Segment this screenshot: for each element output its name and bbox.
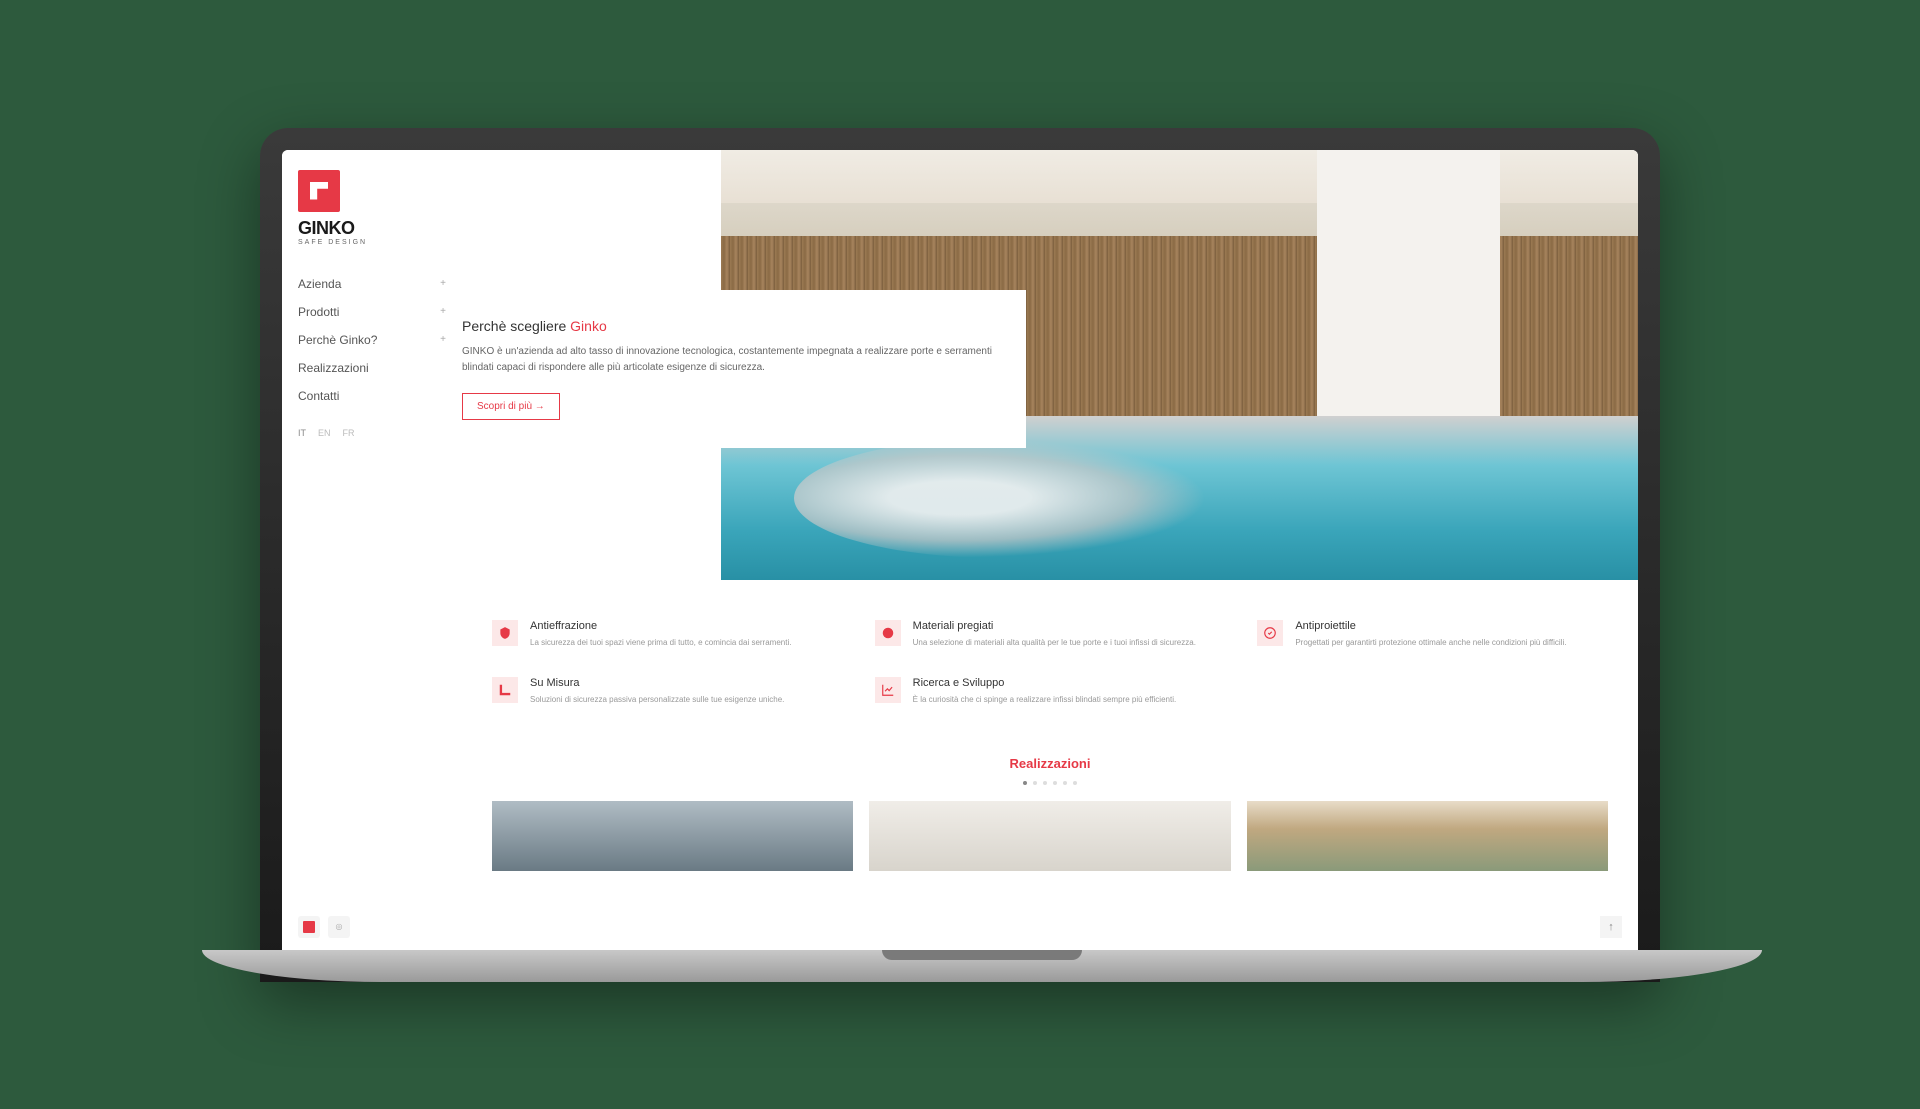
nav-label: Realizzazioni [298, 361, 369, 375]
shield-icon [492, 620, 518, 646]
chart-icon [875, 677, 901, 703]
target-icon [1257, 620, 1283, 646]
hero-section: Perchè scegliere Ginko GINKO è un'aziend… [462, 150, 1638, 580]
feature-desc: È la curiosità che ci spinge a realizzar… [913, 694, 1177, 706]
badge-icon [875, 620, 901, 646]
hero-title-accent: Ginko [570, 318, 607, 334]
hero-column-graphic [1317, 150, 1500, 417]
logo-mark-icon [298, 170, 340, 212]
carousel-dot[interactable] [1043, 781, 1047, 785]
carousel-dot[interactable] [1023, 781, 1027, 785]
nav-label: Azienda [298, 277, 341, 291]
lang-it[interactable]: IT [298, 428, 306, 438]
laptop-screen: GINKO SAFE DESIGN Azienda + Prodotti + P… [282, 150, 1638, 950]
hero-title-prefix: Perchè scegliere [462, 318, 570, 334]
hero-title: Perchè scegliere Ginko [462, 318, 998, 334]
realizzazioni-thumb[interactable] [1247, 801, 1608, 871]
page-root: GINKO SAFE DESIGN Azienda + Prodotti + P… [282, 150, 1638, 950]
sidebar: GINKO SAFE DESIGN Azienda + Prodotti + P… [282, 150, 462, 950]
feature-su-misura: Su Misura Soluzioni di sicurezza passiva… [492, 677, 843, 706]
realizzazioni-section: Realizzazioni [462, 756, 1638, 871]
main-content: Perchè scegliere Ginko GINKO è un'aziend… [462, 150, 1638, 950]
feature-title: Materiali pregiati [913, 620, 1196, 632]
feature-antieffrazione: Antieffrazione La sicurezza dei tuoi spa… [492, 620, 843, 649]
ruler-icon [492, 677, 518, 703]
logo-tagline: SAFE DESIGN [298, 239, 446, 246]
feature-ricerca: Ricerca e Sviluppo È la curiosità che ci… [875, 677, 1226, 706]
realizzazioni-thumb[interactable] [869, 801, 1230, 871]
feature-desc: Una selezione di materiali alta qualità … [913, 637, 1196, 649]
feature-title: Antiproiettile [1295, 620, 1566, 632]
nav-label: Perchè Ginko? [298, 333, 377, 347]
carousel-dot[interactable] [1063, 781, 1067, 785]
nav-item-azienda[interactable]: Azienda + [298, 270, 446, 298]
nav-item-prodotti[interactable]: Prodotti + [298, 298, 446, 326]
nav-item-contatti[interactable]: Contatti [298, 382, 446, 410]
realizzazioni-title: Realizzazioni [492, 756, 1608, 771]
plus-icon: + [440, 334, 446, 345]
carousel-dot[interactable] [1033, 781, 1037, 785]
realizzazioni-thumb[interactable] [492, 801, 853, 871]
laptop-mockup-frame: GINKO SAFE DESIGN Azienda + Prodotti + P… [260, 128, 1660, 982]
hero-cta-button[interactable]: Scopri di più → [462, 393, 560, 420]
nav-label: Contatti [298, 389, 339, 403]
footer-social-badge[interactable]: ◎ [328, 916, 350, 938]
scroll-top-button[interactable]: ↑ [1600, 916, 1622, 938]
brand-logo[interactable]: GINKO SAFE DESIGN [298, 170, 446, 246]
carousel-dot[interactable] [1053, 781, 1057, 785]
plus-icon: + [440, 278, 446, 289]
arrow-up-icon: ↑ [1608, 921, 1614, 933]
nav-item-realizzazioni[interactable]: Realizzazioni [298, 354, 446, 382]
plus-icon: + [440, 306, 446, 317]
laptop-base [202, 950, 1762, 982]
feature-desc: La sicurezza dei tuoi spazi viene prima … [530, 637, 791, 649]
hero-card: Perchè scegliere Ginko GINKO è un'aziend… [462, 290, 1026, 448]
nav-list: Azienda + Prodotti + Perchè Ginko? + Rea… [298, 270, 446, 410]
lang-fr[interactable]: FR [343, 428, 355, 438]
hero-deco-graphic [794, 438, 1207, 558]
carousel-dot[interactable] [1073, 781, 1077, 785]
lang-en[interactable]: EN [318, 428, 331, 438]
footer-logo-badge[interactable] [298, 916, 320, 938]
footer-badges: ◎ [298, 916, 350, 938]
feature-title: Ricerca e Sviluppo [913, 677, 1177, 689]
carousel-dots [492, 781, 1608, 785]
language-switcher: IT EN FR [298, 428, 446, 438]
logo-text: GINKO [298, 218, 446, 239]
feature-title: Su Misura [530, 677, 784, 689]
hero-body-text: GINKO è un'azienda ad alto tasso di inno… [462, 344, 998, 377]
nav-item-perche-ginko[interactable]: Perchè Ginko? + [298, 326, 446, 354]
feature-desc: Progettati per garantirti protezione ott… [1295, 637, 1566, 649]
nav-label: Prodotti [298, 305, 339, 319]
feature-materiali: Materiali pregiati Una selezione di mate… [875, 620, 1226, 649]
feature-desc: Soluzioni di sicurezza passiva personali… [530, 694, 784, 706]
features-grid: Antieffrazione La sicurezza dei tuoi spa… [462, 620, 1638, 756]
feature-antiproiettile: Antiproiettile Progettati per garantirti… [1257, 620, 1608, 649]
feature-title: Antieffrazione [530, 620, 791, 632]
realizzazioni-grid [492, 801, 1608, 871]
